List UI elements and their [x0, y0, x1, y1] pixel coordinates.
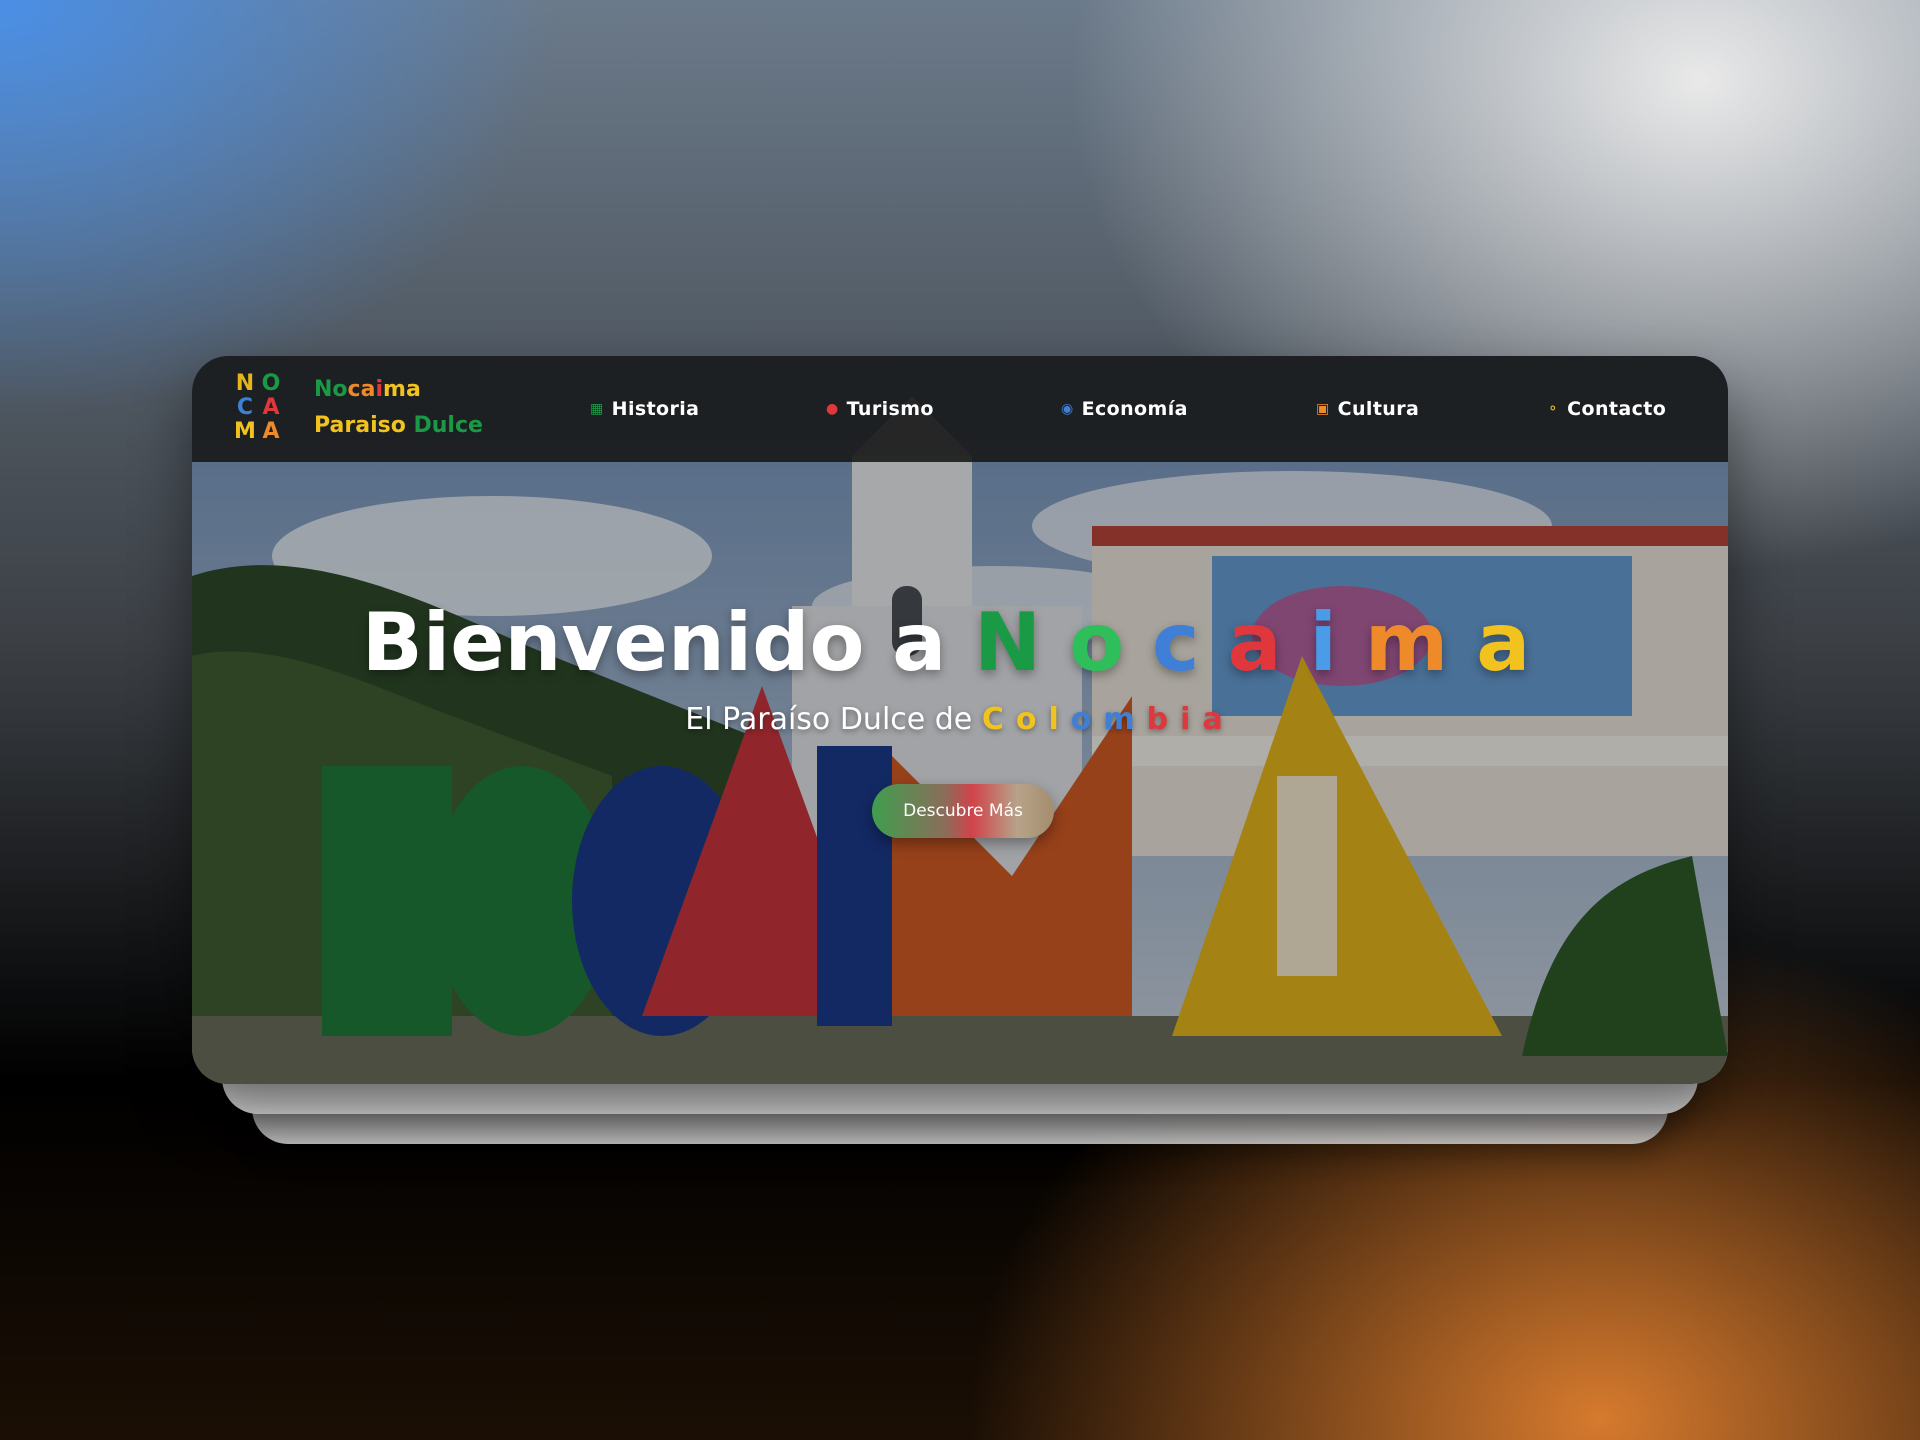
website-preview-card: N O C A M A Nocaima Paraiso Dulce ▦ Hist…	[192, 356, 1728, 1084]
subtitle-accent-letter: l	[1048, 702, 1071, 737]
hero-accent-letter: a	[1476, 596, 1559, 689]
nav-item-historia[interactable]: ▦ Historia	[590, 394, 699, 424]
top-navbar: N O C A M A Nocaima Paraiso Dulce ▦ Hist…	[192, 356, 1728, 462]
subtitle-accent-letter: o	[1015, 702, 1049, 737]
nav-item-label: Turismo	[846, 398, 934, 420]
nav-item-contacto[interactable]: ⚬ Contacto	[1547, 394, 1666, 424]
hero-subtitle-prefix: El Paraíso Dulce de	[685, 702, 973, 737]
nav-item-cultura[interactable]: ▣ Cultura	[1316, 394, 1419, 424]
subtitle-accent-letter: i	[1180, 702, 1203, 737]
hero-title-prefix: Bienvenido a	[361, 596, 947, 689]
hero-accent-letter: m	[1364, 596, 1477, 689]
hero-title-accent: Nocaima	[974, 596, 1558, 689]
hero-subtitle-accent: Colombia	[982, 702, 1235, 737]
subtitle-accent-letter: m	[1103, 702, 1147, 737]
hero-accent-letter: N	[974, 596, 1070, 689]
map-pin-icon: ●	[826, 401, 839, 417]
hero-accent-letter: a	[1227, 596, 1310, 689]
masks-icon: ▣	[1316, 401, 1330, 417]
subtitle-accent-letter: a	[1202, 702, 1235, 737]
coin-icon: ◉	[1061, 401, 1074, 417]
nav-item-economia[interactable]: ◉ Economía	[1061, 394, 1188, 424]
nav-links: ▦ Historia ● Turismo ◉ Economía ▣ Cultur…	[192, 356, 1728, 462]
hero-title: Bienvenido a Nocaima	[192, 596, 1728, 689]
nav-item-label: Economía	[1081, 398, 1188, 420]
nav-item-turismo[interactable]: ● Turismo	[826, 394, 934, 424]
hero-accent-letter: o	[1069, 596, 1153, 689]
nav-item-label: Contacto	[1567, 398, 1667, 420]
handshake-icon: ⚬	[1547, 401, 1560, 417]
hero-accent-letter: i	[1309, 596, 1365, 689]
subtitle-accent-letter: C	[981, 702, 1016, 737]
nav-item-label: Historia	[611, 398, 700, 420]
nav-item-label: Cultura	[1337, 398, 1420, 420]
scroll-icon: ▦	[590, 401, 604, 417]
hero-subtitle: El Paraíso Dulce de Colombia	[192, 702, 1728, 737]
hero-accent-letter: c	[1152, 596, 1228, 689]
subtitle-accent-letter: b	[1146, 702, 1181, 737]
subtitle-accent-letter: o	[1070, 702, 1104, 737]
descubre-mas-button[interactable]: Descubre Más	[872, 784, 1054, 838]
